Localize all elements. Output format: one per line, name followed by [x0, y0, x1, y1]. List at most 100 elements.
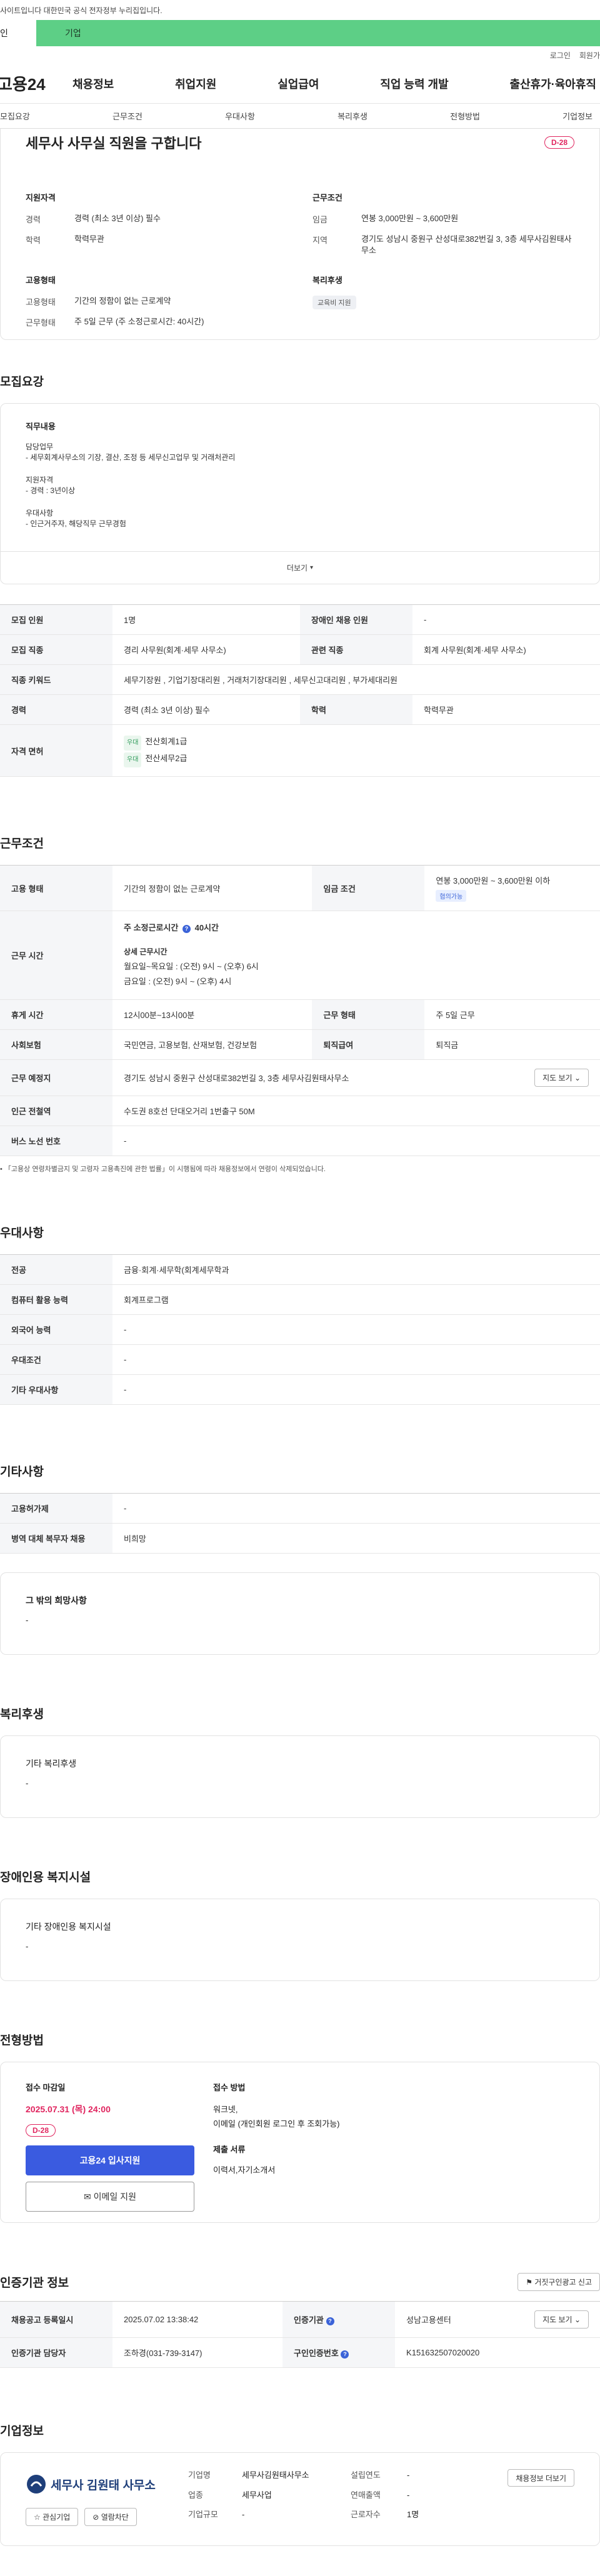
- table-row: 직종 키워드 세무기장원 , 기업기장대리원 , 거래처기장대리원 , 세무신고…: [0, 664, 600, 695]
- cell-header: 모집 인원: [0, 604, 112, 635]
- apply-button[interactable]: 고용24 입사지원: [26, 2145, 194, 2175]
- kv-key: 기업명: [188, 2470, 211, 2480]
- weekly-hours-value: 40시간: [194, 923, 219, 933]
- tab-personal[interactable]: 인: [0, 20, 36, 46]
- cell-value: 수도권 8호선 단대오거리 1번출구 50M: [112, 1096, 600, 1126]
- info-icon[interactable]: ?: [326, 2317, 334, 2325]
- age-law-note-text: 「고용상 연령차별금지 및 고령자 고용촉진에 관한 법률」이 시행됨에 따라 …: [4, 1166, 326, 1173]
- table-row: 휴게 시간 12시00분~13시00분 근무 형태 주 5일 근무: [0, 999, 600, 1030]
- method-label: 접수 방법: [213, 2083, 246, 2092]
- more-toggle[interactable]: 더보기 ▾: [1, 551, 599, 584]
- cert-table: 채용공고 등록일시 2025.07.02 13:38:42 인증기관 ? 성남고…: [0, 2301, 600, 2368]
- email-apply-label: 이메일 지원: [93, 2192, 136, 2202]
- summary-emptype: 고용형태 기간의 정함이 없는 근로계약: [26, 296, 288, 307]
- summary-grid: 지원자격 경력 경력 (최소 3년 이상) 필수 학력 학력무관 근무조건 임금 연봉…: [26, 191, 574, 337]
- cell-value: 회계 사무원(회계·세무 사무소): [412, 634, 600, 665]
- anchor-tab-company[interactable]: 기업정보: [562, 110, 592, 122]
- wish-box: 그 밖의 희망사항 -: [0, 1572, 600, 1655]
- gnb-item-employment-support[interactable]: 취업지원: [175, 76, 216, 92]
- workplace-row: 경기도 성남시 중원구 산성대로382번길 3, 3층 세무사김원태사무소 지도…: [124, 1069, 589, 1087]
- cell-value: 기간의 정함이 없는 근로계약: [112, 865, 312, 911]
- report-false-ad-button[interactable]: ⚑ 거짓구인광고 신고: [518, 2273, 600, 2291]
- cell-header: 휴게 시간: [0, 999, 112, 1030]
- duty-card: 직무내용 담당업무 - 세무회계사무소의 기장, 결산, 조정 등 세무신고업무…: [0, 403, 600, 584]
- detail-hours-1: 월요일~목요일 : (오전) 9시 ~ (오후) 6시: [124, 961, 259, 971]
- table-row: 자격 면허 우대 전산회계1급 우대 전산세무2급: [0, 724, 600, 777]
- pref-table: 전공 금융·회계·세무학(회계세무학과 컴퓨터 활용 능력 회계프로그램 외국어 능…: [0, 1254, 600, 1405]
- agency-row: 성남고용센터 지도 보기 ⌄: [406, 2310, 589, 2329]
- block-label: 열람차단: [101, 2513, 129, 2522]
- table-row: 우대조건 -: [0, 1344, 600, 1375]
- gnb-item-vocational-training[interactable]: 직업 능력 개발: [380, 76, 448, 92]
- weekly-hours: 주 소정근로시간 ? 40시간: [124, 921, 589, 936]
- agency-map-button[interactable]: 지도 보기 ⌄: [534, 2310, 589, 2329]
- job-title-row: 세무사 사무실 직원을 구합니다 D-28: [26, 129, 574, 152]
- kv-value: 1명: [407, 2510, 419, 2519]
- report-icon: ⚑: [526, 2278, 532, 2287]
- kv-key: 경력: [26, 215, 41, 224]
- kv-value: 경기도 성남시 중원구 산성대로382번길 3, 3층 세무사김원태사무소: [361, 234, 572, 256]
- cell-value: 금융·회계·세무학(회계세무학과: [112, 1254, 600, 1285]
- info-icon[interactable]: ?: [341, 2350, 349, 2359]
- chevron-down-icon: ⌄: [574, 2315, 581, 2324]
- kv-value: -: [407, 2470, 410, 2480]
- email-apply-button[interactable]: ✉ 이메일 지원: [26, 2182, 194, 2212]
- cell-header: 장애인 채용 인원: [300, 604, 412, 635]
- table-row: 근무 예정지 경기도 성남시 중원구 산성대로382번길 3, 3층 세무사김원…: [0, 1059, 600, 1096]
- license-item: 우대 전산회계1급: [124, 734, 589, 751]
- info-icon[interactable]: ?: [182, 925, 191, 934]
- etc-table: 고용허가제 - 병역 대체 복무자 채용 비희망: [0, 1493, 600, 1554]
- cell-header: 퇴직급여: [312, 1029, 425, 1060]
- cell-value: -: [112, 1126, 600, 1156]
- summary-education: 학력 학력무관: [26, 234, 288, 246]
- cell-header: 근무 예정지: [0, 1059, 112, 1096]
- table-row: 인근 전철역 수도권 8호선 단대오거리 1번출구 50M: [0, 1096, 600, 1126]
- map-view-button[interactable]: 지도 보기 ⌄: [534, 1069, 589, 1087]
- table-row: 병역 대체 복무자 채용 비희망: [0, 1523, 600, 1554]
- favorite-company-button[interactable]: ☆ 관심기업: [26, 2508, 79, 2526]
- more-jobs-button[interactable]: 채용정보 더보기: [508, 2469, 574, 2487]
- summary-career: 경력 경력 (최소 3년 이상) 필수: [26, 213, 288, 225]
- anchor-tab-welfare[interactable]: 복리후생: [338, 110, 368, 122]
- process-section: 전형방법 접수 마감일 2025.07.31 (목) 24:00 D-28 고용…: [0, 2031, 600, 2223]
- anchor-tab-preferences[interactable]: 우대사항: [225, 110, 255, 122]
- kv-key: 고용형태: [26, 297, 56, 307]
- duty-content: 직무내용 담당업무 - 세무회계사무소의 기장, 결산, 조정 등 세무신고업무…: [1, 404, 599, 546]
- welfare-title: 복리후생: [0, 1708, 44, 1721]
- docs-label: 제출 서류: [213, 2145, 246, 2154]
- block-company-button[interactable]: ⊘ 열람차단: [84, 2508, 137, 2526]
- anchor-tab-conditions[interactable]: 근무조건: [112, 110, 142, 122]
- gnb-item-unemployment-benefit[interactable]: 실업급여: [278, 76, 319, 92]
- site-logo[interactable]: 고용24: [0, 72, 72, 95]
- section-anchor-tabs: 모집요강 근무조건 우대사항 복리후생 전형방법 기업정보: [0, 104, 600, 129]
- favorite-label: 관심기업: [42, 2513, 71, 2522]
- duty-text: - 세무회계사무소의 기장, 결산, 조정 등 세무신고업무 및 거래처관리: [26, 453, 236, 462]
- gnb-item-jobs[interactable]: 채용정보: [72, 76, 114, 92]
- cell-value: -: [112, 1344, 600, 1375]
- cell-value: 경력 (최소 3년 이상) 필수: [112, 694, 300, 725]
- company-section: 기업정보 세무사 김원태 사무소 ☆ 관심기업 ⊘ 열람차단 기업명 세무사김원태…: [0, 2422, 600, 2546]
- anchor-tab-process[interactable]: 전형방법: [450, 110, 480, 122]
- job-summary-card: 세무사 사무실 직원을 구합니다 D-28 지원자격 경력 경력 (최소 3년 이…: [0, 129, 600, 340]
- login-link[interactable]: 로그인: [550, 50, 571, 61]
- company-card: 세무사 김원태 사무소 ☆ 관심기업 ⊘ 열람차단 기업명 세무사김원태사무소 업…: [0, 2452, 600, 2546]
- signup-link[interactable]: 회원가: [579, 50, 600, 61]
- report-label: 거짓구인광고 신고: [534, 2278, 592, 2287]
- prefer-tag: 우대: [124, 736, 142, 751]
- duty-title: 직무내용: [26, 422, 56, 431]
- gnb-menu: 채용정보 취업지원 실업급여 직업 능력 개발 출산휴가·육아휴직: [72, 76, 600, 92]
- gnb-item-parental-leave[interactable]: 출산휴가·육아휴직: [510, 76, 596, 92]
- global-nav: 고용24 채용정보 취업지원 실업급여 직업 능력 개발 출산휴가·육아휴직: [0, 64, 600, 104]
- kv-key: 임금: [312, 215, 328, 224]
- summary-welfare-title: 복리후생: [312, 276, 342, 286]
- preferences-section: 우대사항 전공 금융·회계·세무학(회계세무학과 컴퓨터 활용 능력 회계프로그램 …: [0, 1224, 600, 1405]
- license-name: 전산세무2급: [145, 754, 188, 763]
- anchor-tab-recruit[interactable]: 모집요강: [0, 110, 30, 122]
- gov-notice-text: 사이트입니다 대한민국 공식 전자정부 누리집입니다.: [0, 6, 162, 15]
- star-icon: ☆: [34, 2513, 41, 2522]
- process-left: 접수 마감일 2025.07.31 (목) 24:00 D-28 고용24 입사…: [26, 2081, 201, 2212]
- kv-value: 연봉 3,000만원 ~ 3,600만원: [361, 214, 459, 223]
- table-row: 경력 경력 (최소 3년 이상) 필수 학력 학력무관: [0, 694, 600, 725]
- tab-corporate[interactable]: 기업: [36, 20, 600, 46]
- table-row: 컴퓨터 활용 능력 회계프로그램: [0, 1284, 600, 1315]
